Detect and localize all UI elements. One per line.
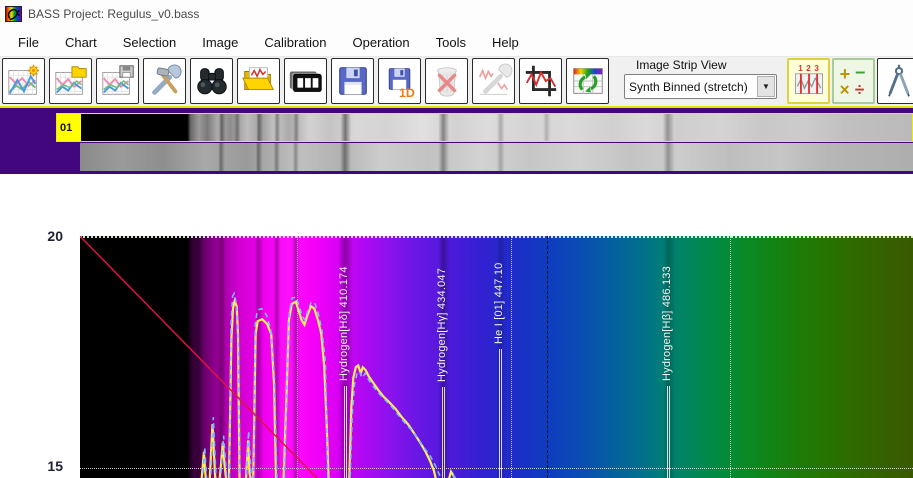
minus-glyph: − — [854, 62, 865, 82]
save-1d-badge: 1D — [399, 86, 415, 100]
crop-spectrum-icon — [525, 65, 556, 97]
open-into-chart-button[interactable] — [49, 58, 92, 104]
element-line-badge-1: 1 — [798, 64, 803, 73]
profile-tools-button[interactable] — [472, 58, 515, 104]
spectrum-chart[interactable]: Hydrogen[Hδ] 410.174 Hydrogen[Hγ] 434.047… — [80, 236, 913, 478]
spectral-line-tick — [498, 349, 502, 478]
math-operations-icon: + − × ÷ — [839, 62, 865, 99]
menu-help[interactable]: Help — [492, 35, 519, 50]
app-icon — [5, 6, 22, 22]
menu-calibration[interactable]: Calibration — [264, 35, 326, 50]
spectral-line-tick — [343, 386, 347, 478]
strip-index-label: 01 — [57, 114, 81, 141]
save-1d-button[interactable]: 1D — [378, 58, 421, 104]
spectral-line-label: Hydrogen[Hγ] 434.047 — [436, 267, 448, 382]
image-strip-row[interactable]: 01 — [56, 113, 913, 142]
image-strip-view-value: Synth Binned (stretch) — [629, 79, 748, 94]
y-axis-tick-15: 15 — [47, 458, 63, 474]
spectral-line-label: He I [01] 447.10 — [493, 262, 505, 344]
window-title: BASS Project: Regulus_v0.bass — [28, 7, 200, 21]
element-lines-icon: 1 2 3 — [794, 64, 823, 95]
settings-tools-button[interactable] — [143, 58, 186, 104]
menu-bar: File Chart Selection Image Calibration O… — [0, 28, 913, 57]
tools-icon — [151, 64, 181, 95]
menu-selection[interactable]: Selection — [123, 35, 176, 50]
math-operations-button[interactable]: + − × ÷ — [832, 58, 875, 104]
menu-operation[interactable]: Operation — [353, 35, 410, 50]
toolbar: 1D Image Strip View Synth Binned (stretc… — [0, 57, 913, 106]
new-chart-button[interactable] — [2, 58, 45, 104]
menu-file[interactable]: File — [18, 35, 39, 50]
image-strip-panel: 01 — [0, 108, 913, 174]
menu-chart[interactable]: Chart — [65, 35, 97, 50]
bass-window: BASS Project: Regulus_v0.bass File Chart… — [0, 0, 913, 478]
save-icon — [338, 67, 367, 95]
times-glyph: × — [839, 80, 849, 99]
refresh-table-icon — [572, 68, 603, 94]
element-line-badge-2: 2 — [806, 64, 811, 73]
strip-image-selected[interactable] — [81, 114, 912, 141]
dropdown-arrow-icon[interactable]: ▼ — [757, 76, 775, 97]
spectral-line-tick — [666, 386, 670, 478]
image-strip-view-group: Image Strip View Synth Binned (stretch) … — [624, 57, 777, 99]
binoculars-icon — [196, 68, 227, 95]
image-stack-film-button[interactable] — [284, 58, 327, 104]
save-button[interactable] — [331, 58, 374, 104]
open-folder-spectrum-icon — [241, 67, 274, 91]
spectral-line-label: Hydrogen[Hδ] 410.174 — [338, 266, 350, 381]
save-chart-icon — [101, 65, 134, 95]
compass-icon — [887, 64, 910, 97]
film-strip-icon — [289, 71, 322, 92]
image-strip-view-label: Image Strip View — [636, 58, 727, 72]
strip-image-synth[interactable] — [80, 143, 913, 171]
spectral-line-tick — [441, 387, 445, 478]
refresh-reprocess-button[interactable] — [566, 58, 609, 104]
open-chart-icon — [54, 66, 87, 95]
open-profile-folder-button[interactable] — [237, 58, 280, 104]
reference-slope-line-curve — [80, 236, 318, 478]
measure-compass-button[interactable] — [877, 58, 913, 104]
wrench-spectrum-icon — [478, 63, 512, 95]
save-1d-icon: 1D — [388, 68, 415, 100]
trash-icon — [436, 67, 457, 97]
crop-profile-button[interactable] — [519, 58, 562, 104]
raw-spectrum-profile-curve — [201, 291, 456, 478]
delete-trash-button[interactable] — [425, 58, 468, 104]
menu-tools[interactable]: Tools — [436, 35, 466, 50]
element-lines-button[interactable]: 1 2 3 — [787, 58, 830, 104]
spectral-line-label: Hydrogen[Hβ] 486.133 — [661, 266, 673, 381]
y-axis-tick-20: 20 — [47, 228, 63, 244]
title-bar: BASS Project: Regulus_v0.bass — [0, 0, 913, 28]
new-chart-icon — [7, 64, 39, 95]
menu-image[interactable]: Image — [202, 35, 238, 50]
image-strip-view-select[interactable]: Synth Binned (stretch) ▼ — [624, 74, 777, 99]
divide-glyph: ÷ — [854, 80, 863, 99]
save-chart-button[interactable] — [96, 58, 139, 104]
search-binoculars-button[interactable] — [190, 58, 233, 104]
element-line-badge-3: 3 — [814, 64, 819, 73]
